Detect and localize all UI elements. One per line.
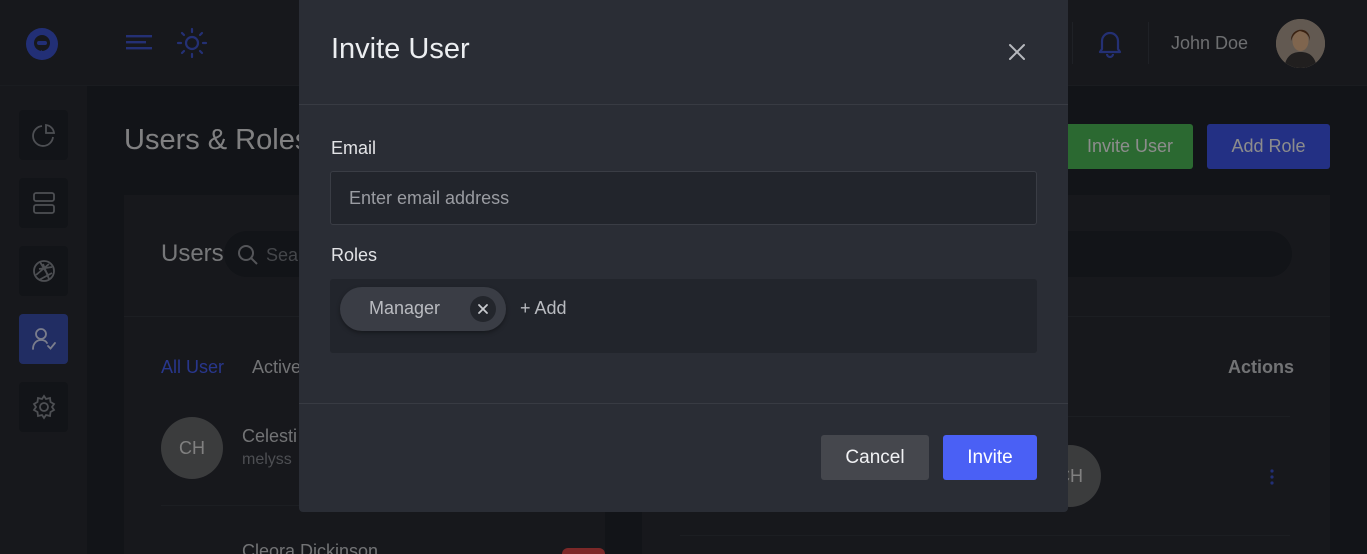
close-icon[interactable] [1005,40,1029,64]
email-field[interactable] [330,171,1037,225]
cancel-button[interactable]: Cancel [821,435,929,480]
roles-label: Roles [331,245,378,265]
close-icon [478,304,488,314]
dialog-header: Invite User [299,0,1068,105]
invite-button[interactable]: Invite [943,435,1037,480]
role-chip-manager: Manager [340,287,506,331]
add-role-link[interactable]: + Add [520,298,567,319]
remove-role-button[interactable] [470,296,496,322]
divider [299,403,1068,404]
roles-field[interactable]: Manager + Add [330,279,1037,353]
email-label: Email [331,138,377,158]
invite-user-dialog: Invite User Email Roles Manager + Add Ca… [299,0,1068,512]
dialog-title: Invite User [331,33,470,65]
role-chip-label: Manager [369,298,441,318]
